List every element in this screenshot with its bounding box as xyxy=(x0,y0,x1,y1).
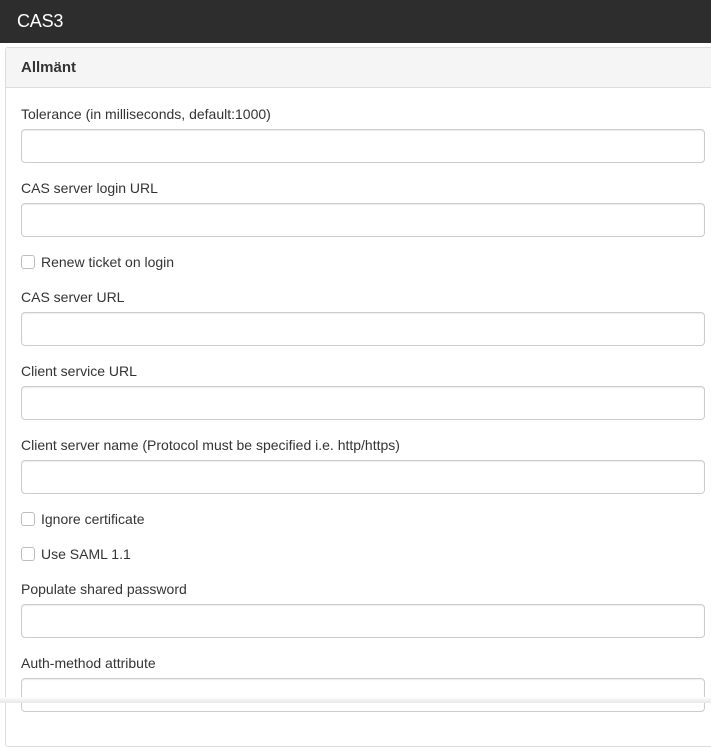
auth-method-attribute-label: Auth-method attribute xyxy=(21,655,156,671)
populate-shared-password-label: Populate shared password xyxy=(21,581,187,597)
client-server-name-label: Client server name (Protocol must be spe… xyxy=(21,437,400,453)
cas-login-url-label: CAS server login URL xyxy=(21,180,158,196)
panel-heading: Allmänt xyxy=(6,48,711,88)
use-saml-label[interactable]: Use SAML 1.1 xyxy=(41,546,131,562)
client-service-url-label: Client service URL xyxy=(21,363,137,379)
cas-server-url-label: CAS server URL xyxy=(21,289,125,305)
app-title: CAS3 xyxy=(17,11,64,31)
cas-login-url-input[interactable] xyxy=(21,203,705,237)
settings-panel: Allmänt Tolerance (in milliseconds, defa… xyxy=(5,47,711,747)
populate-shared-password-input[interactable] xyxy=(21,604,705,638)
ignore-certificate-checkbox[interactable] xyxy=(21,512,35,526)
client-server-name-input[interactable] xyxy=(21,460,705,494)
client-service-url-input[interactable] xyxy=(21,386,705,420)
panel-heading-text: Allmänt xyxy=(21,59,77,76)
use-saml-checkbox-row[interactable]: Use SAML 1.1 xyxy=(21,546,131,562)
bottom-scroll-fade xyxy=(0,697,711,703)
auth-method-attribute-input[interactable] xyxy=(21,678,705,712)
renew-ticket-checkbox[interactable] xyxy=(21,255,35,269)
ignore-certificate-label[interactable]: Ignore certificate xyxy=(41,511,145,527)
ignore-certificate-checkbox-row[interactable]: Ignore certificate xyxy=(21,511,145,527)
tolerance-input[interactable] xyxy=(21,129,705,163)
top-navbar: CAS3 xyxy=(0,0,711,43)
renew-ticket-checkbox-row[interactable]: Renew ticket on login xyxy=(21,254,174,270)
use-saml-checkbox[interactable] xyxy=(21,547,35,561)
tolerance-label: Tolerance (in milliseconds, default:1000… xyxy=(21,106,271,122)
renew-ticket-label[interactable]: Renew ticket on login xyxy=(41,254,174,270)
cas-server-url-input[interactable] xyxy=(21,312,705,346)
